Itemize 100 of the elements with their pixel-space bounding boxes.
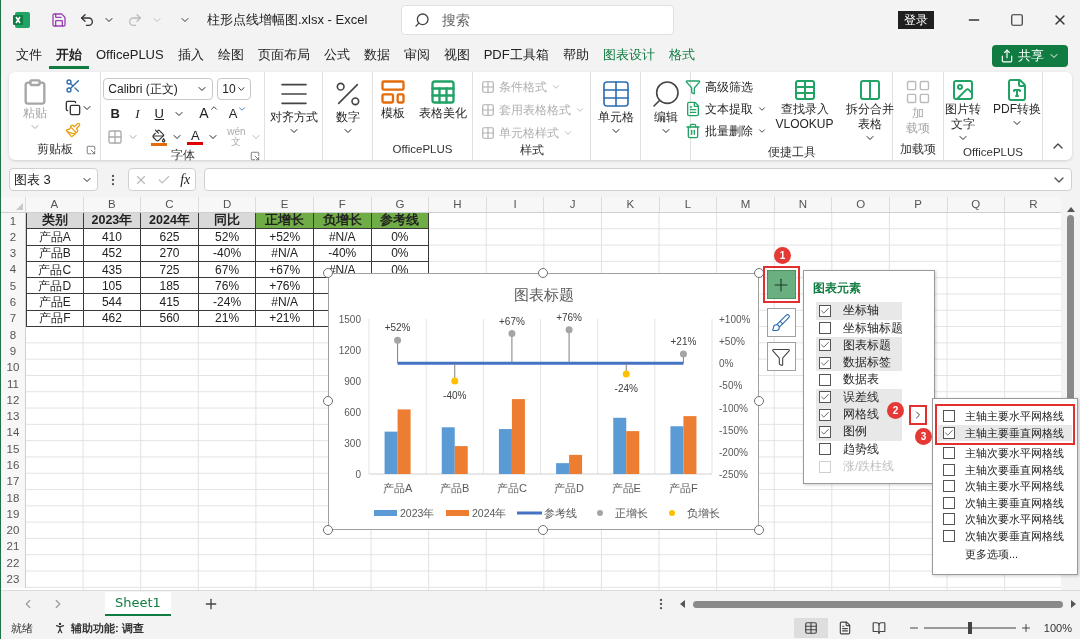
sheet-tab[interactable]: Sheet1 bbox=[105, 592, 171, 616]
column-header[interactable]: G bbox=[371, 197, 430, 212]
convert-button[interactable]: 图片转 文字 bbox=[941, 78, 985, 144]
column-header[interactable]: P bbox=[889, 197, 948, 212]
row-header[interactable]: 1 bbox=[1, 213, 26, 230]
row-header[interactable]: 16 bbox=[1, 457, 26, 474]
row-header[interactable]: 5 bbox=[1, 278, 26, 295]
checkbox[interactable] bbox=[943, 496, 955, 509]
ribbon-tab[interactable]: 审阅 bbox=[396, 43, 437, 69]
zoom-in-icon[interactable] bbox=[1019, 622, 1032, 634]
copy-icon[interactable] bbox=[64, 100, 81, 116]
checkbox[interactable] bbox=[819, 408, 831, 421]
ribbon-tab[interactable]: 格式 bbox=[661, 43, 702, 69]
save-icon[interactable] bbox=[51, 12, 67, 28]
resize-handle[interactable] bbox=[538, 525, 548, 535]
underline-button[interactable]: U bbox=[151, 103, 168, 124]
font-name-dropdown[interactable]: Calibri (正文) bbox=[103, 78, 214, 100]
convert-button[interactable]: PDF转换 bbox=[989, 78, 1045, 129]
menu-item[interactable]: 次轴主要水平网格线 bbox=[938, 478, 1072, 495]
tool-button[interactable]: 拆分合并 表格 bbox=[841, 78, 898, 144]
menu-item[interactable]: 主轴次要垂直网格线 bbox=[938, 461, 1072, 478]
share-button[interactable]: 共享 bbox=[992, 45, 1068, 67]
ribbon-tab[interactable]: 公式 bbox=[316, 43, 357, 69]
menu-item[interactable]: 坐标轴 bbox=[816, 302, 902, 320]
number-button[interactable]: 数字 bbox=[327, 78, 368, 137]
ribbon-tab[interactable]: 页面布局 bbox=[250, 43, 317, 69]
menu-item[interactable]: 图表标题 bbox=[816, 336, 902, 355]
column-header[interactable]: H bbox=[429, 197, 487, 212]
column-header[interactable]: C bbox=[141, 197, 199, 212]
column-header[interactable]: D bbox=[198, 197, 257, 212]
ribbon-tab[interactable]: 图表设计 bbox=[595, 43, 662, 69]
row-header[interactable]: 8 bbox=[1, 327, 26, 344]
column-header[interactable]: L bbox=[659, 197, 718, 212]
checkbox[interactable] bbox=[819, 322, 831, 335]
column-header[interactable]: B bbox=[83, 197, 142, 212]
view-button[interactable] bbox=[793, 618, 828, 638]
resize-handle[interactable] bbox=[323, 525, 333, 535]
checkbox[interactable] bbox=[819, 304, 831, 317]
checkbox[interactable] bbox=[819, 339, 831, 352]
sign-in-button[interactable]: 登录 bbox=[898, 11, 934, 29]
column-header[interactable]: N bbox=[774, 197, 833, 212]
checkbox[interactable] bbox=[819, 391, 831, 404]
column-header[interactable]: Q bbox=[947, 197, 1006, 212]
font-size-dropdown[interactable]: 10 bbox=[217, 78, 252, 100]
maximize-icon[interactable] bbox=[1010, 13, 1024, 27]
resize-handle[interactable] bbox=[754, 396, 764, 406]
menu-item[interactable]: 主轴次要水平网格线 bbox=[938, 445, 1072, 462]
font-color-button[interactable]: A bbox=[187, 129, 204, 145]
grow-font-button[interactable]: A bbox=[199, 103, 219, 124]
checkbox[interactable] bbox=[943, 513, 955, 526]
table-beautify-button[interactable]: 表格美化 bbox=[414, 78, 471, 121]
alignment-button[interactable]: 对齐方式 bbox=[265, 78, 322, 137]
ribbon-tab[interactable]: 开始 bbox=[49, 43, 89, 69]
dialog-launcher-icon[interactable] bbox=[86, 145, 96, 155]
menu-item[interactable]: 图例 bbox=[816, 423, 902, 441]
accessibility-status[interactable]: 辅助功能: 调查 bbox=[71, 619, 144, 637]
row-header[interactable]: 18 bbox=[1, 490, 26, 507]
resize-handle[interactable] bbox=[323, 396, 333, 406]
editing-button[interactable]: 编辑 bbox=[645, 78, 686, 137]
column-header[interactable]: E bbox=[256, 197, 314, 212]
more-options-link[interactable]: 更多选项... bbox=[933, 546, 1077, 563]
undo-icon[interactable] bbox=[79, 12, 95, 28]
fill-color-button[interactable] bbox=[151, 128, 168, 146]
column-header[interactable]: I bbox=[486, 197, 545, 212]
row-header[interactable]: 15 bbox=[1, 441, 26, 458]
column-header[interactable]: J bbox=[544, 197, 602, 212]
template-button[interactable]: 模板 bbox=[374, 78, 411, 121]
menu-item[interactable]: 坐标轴标题 bbox=[816, 319, 902, 337]
shrink-font-button[interactable]: A bbox=[228, 103, 248, 124]
row-header[interactable]: 19 bbox=[1, 506, 26, 523]
zoom-slider[interactable] bbox=[923, 621, 1016, 635]
formula-input[interactable] bbox=[204, 168, 1072, 191]
resize-handle[interactable] bbox=[538, 268, 548, 278]
dialog-launcher-icon[interactable] bbox=[250, 150, 260, 161]
ribbon-tab[interactable]: 文件 bbox=[9, 43, 49, 69]
checkbox[interactable] bbox=[819, 374, 831, 387]
menu-item[interactable]: 误差线 bbox=[816, 388, 902, 407]
ribbon-tab[interactable]: PDF工具箱 bbox=[476, 43, 556, 69]
chart-area[interactable]: 图表标题 0 300 600 900 1200 1500 +100% +50% 0% -50% -100% -150% -200% -250% 产品A 产品B 产品C 产品D 产品E 产品F +52% +67% +76% +21% -40% -24% 2023年 2024年 参考线 正增长 负增长 bbox=[328, 273, 759, 530]
search-bar[interactable]: 搜索 bbox=[401, 5, 674, 35]
submenu-arrow-button[interactable] bbox=[909, 404, 927, 425]
search-input[interactable]: 搜索 bbox=[442, 9, 642, 31]
tool-button[interactable]: 高级筛选 bbox=[685, 78, 754, 96]
name-box[interactable]: 图表 3 bbox=[9, 168, 98, 191]
row-header[interactable]: 2 bbox=[1, 229, 26, 246]
checkbox[interactable] bbox=[819, 425, 831, 438]
checkbox[interactable] bbox=[943, 480, 955, 493]
chart-side-button[interactable] bbox=[766, 308, 796, 337]
tool-button[interactable]: 文本提取 bbox=[685, 100, 768, 118]
ribbon-tab[interactable]: 视图 bbox=[436, 43, 477, 69]
tool-button[interactable]: 批量删除 bbox=[685, 122, 768, 140]
ribbon-tab[interactable]: 帮助 bbox=[555, 43, 596, 69]
row-header[interactable]: 9 bbox=[1, 343, 26, 360]
menu-item[interactable]: 次轴次要垂直网格线 bbox=[938, 527, 1072, 544]
checkbox[interactable] bbox=[943, 447, 955, 460]
accessibility-icon[interactable] bbox=[53, 621, 67, 635]
checkbox[interactable] bbox=[943, 529, 955, 542]
menu-item[interactable]: 次轴次要水平网格线 bbox=[938, 511, 1072, 528]
menu-item[interactable]: 趋势线 bbox=[816, 440, 902, 458]
column-header[interactable]: O bbox=[832, 197, 890, 212]
